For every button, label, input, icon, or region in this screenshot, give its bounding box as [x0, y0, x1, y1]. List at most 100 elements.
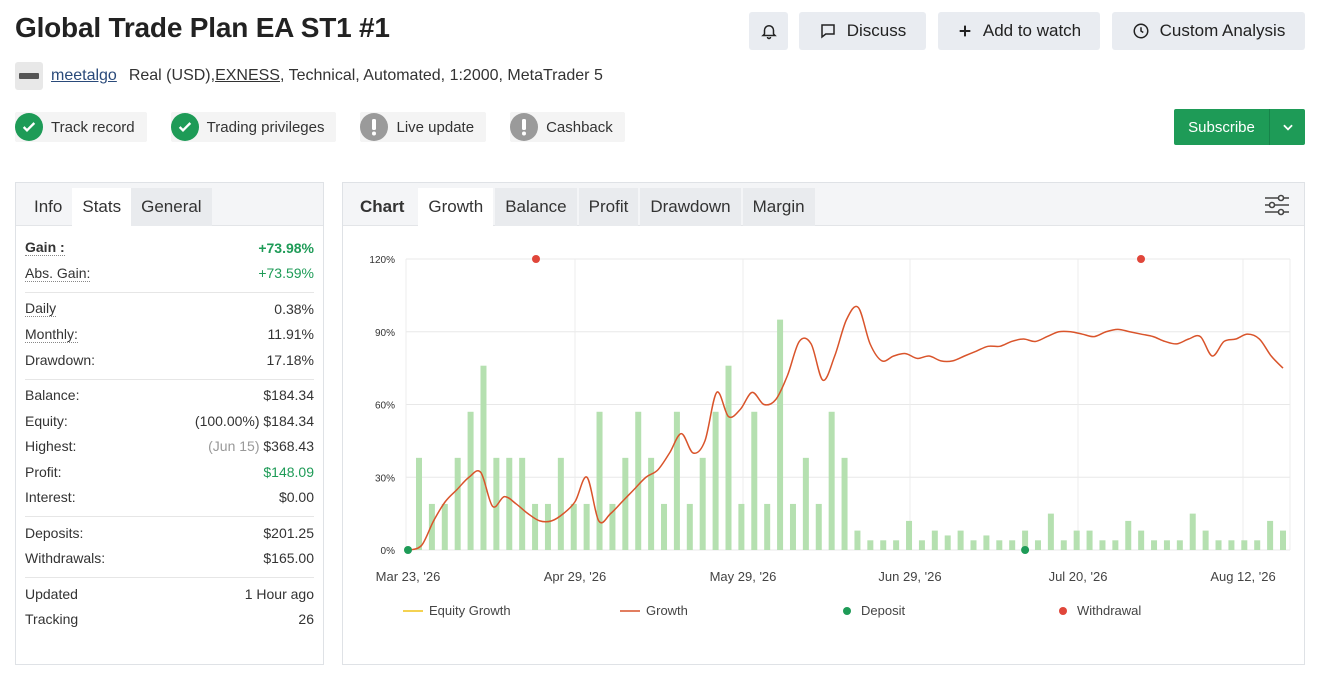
- username-link[interactable]: meetalgo: [51, 67, 117, 85]
- chart-bar: [918, 540, 925, 550]
- chart-bar: [764, 503, 771, 550]
- growth-chart: 0% 30% 60% 90% 120% Mar 23, '26 Apr 29, '26 May…: [369, 255, 1291, 618]
- avatar: [15, 62, 43, 90]
- tab-margin[interactable]: Margin: [742, 188, 815, 226]
- stat-updated: Updated 1 Hour ago: [25, 581, 314, 607]
- drawdown-label: Drawdown:: [25, 351, 96, 368]
- chevron-down-icon: [1282, 124, 1293, 131]
- badge-label: Live update: [396, 118, 475, 136]
- chart-bar: [1073, 530, 1080, 550]
- y-tick-label: 120%: [369, 255, 395, 266]
- chart-bar: [519, 457, 526, 550]
- tab-profit[interactable]: Profit: [578, 188, 639, 226]
- chart-bar: [944, 535, 951, 550]
- chat-icon: [820, 24, 835, 39]
- chart-bar: [970, 540, 977, 550]
- chart-bar: [1215, 540, 1222, 550]
- stat-gain: Gain : +73.98%: [25, 235, 314, 261]
- daily-label[interactable]: Daily: [25, 300, 57, 318]
- abs-gain-label[interactable]: Abs. Gain:: [25, 265, 91, 282]
- gain-label[interactable]: Gain :: [25, 239, 65, 257]
- x-tick-label: Mar 23, '26: [376, 569, 441, 584]
- tab-info[interactable]: Info: [24, 188, 72, 226]
- tab-growth[interactable]: Growth: [418, 188, 494, 226]
- custom-analysis-label: Custom Analysis: [1159, 21, 1286, 40]
- tab-stats[interactable]: Stats: [72, 188, 132, 226]
- tracking-label: Tracking: [25, 611, 79, 628]
- clock-icon: [1133, 23, 1149, 39]
- equity-value: (100.00%) $184.34: [195, 413, 314, 429]
- legend-label: Withdrawal: [1077, 603, 1141, 618]
- withdrawals-value: $165.00: [263, 550, 314, 567]
- y-tick-label: 30%: [375, 473, 395, 484]
- profit-label: Profit:: [25, 463, 62, 480]
- chart-bar: [544, 503, 551, 550]
- sliders-icon: [1265, 194, 1289, 216]
- discuss-button[interactable]: Discuss: [799, 12, 926, 50]
- monthly-value: 11.91%: [267, 326, 314, 343]
- broker-link[interactable]: EXNESS: [215, 67, 280, 85]
- stat-drawdown: Drawdown: 17.18%: [25, 347, 314, 373]
- page-title: Global Trade Plan EA ST1 #1: [15, 12, 390, 43]
- chart-bar: [428, 503, 435, 550]
- chart-bar: [1202, 530, 1209, 550]
- x-tick-label: Apr 29, '26: [544, 569, 606, 584]
- chart-bar: [1125, 520, 1132, 550]
- notify-button[interactable]: [749, 12, 788, 50]
- chart-bar: [1112, 540, 1119, 550]
- check-icon: [170, 113, 199, 141]
- badge-label: Trading privileges: [206, 118, 325, 136]
- deposits-value: $201.25: [263, 524, 314, 541]
- legend-label: Equity Growth: [429, 603, 511, 618]
- add-to-watch-button[interactable]: Add to watch: [938, 12, 1100, 50]
- withdrawal-point: [532, 255, 540, 263]
- subscribe-button[interactable]: Subscribe: [1174, 109, 1305, 145]
- chart-bar: [622, 457, 629, 550]
- equity-label: Equity:: [25, 412, 68, 429]
- tab-general[interactable]: General: [131, 188, 212, 226]
- chart-bar: [467, 411, 474, 550]
- subscribe-dropdown[interactable]: [1269, 109, 1305, 145]
- chart-bar: [557, 457, 564, 550]
- highest-label: Highest:: [25, 438, 77, 455]
- chart-bar: [648, 457, 655, 550]
- chart-bar: [1086, 530, 1093, 550]
- chart-settings-button[interactable]: [1264, 193, 1290, 222]
- chart-bar: [686, 503, 693, 550]
- updated-label: Updated: [25, 585, 78, 602]
- monthly-label[interactable]: Monthly:: [25, 326, 78, 343]
- y-tick-label: 90%: [375, 328, 395, 339]
- stat-daily: Daily 0.38%: [25, 296, 314, 322]
- legend-swatch: [1059, 607, 1067, 615]
- chart-bar: [906, 520, 913, 550]
- badge-label: Cashback: [546, 118, 613, 136]
- x-tick-label: Aug 12, '26: [1210, 569, 1275, 584]
- chart-bar: [480, 365, 487, 550]
- stat-deposits: Deposits: $201.25: [25, 520, 314, 546]
- chart-bar: [596, 411, 603, 550]
- chart-bar: [1254, 540, 1261, 550]
- x-tick-label: May 29, '26: [710, 569, 777, 584]
- stat-profit: Profit: $148.09: [25, 459, 314, 485]
- badge-cashback[interactable]: Cashback: [510, 112, 625, 142]
- stat-equity: Equity: (100.00%) $184.34: [25, 408, 314, 434]
- chart-bar: [802, 457, 809, 550]
- tab-chart-label: Chart: [360, 197, 405, 216]
- stats-list: Gain : +73.98% Abs. Gain: +73.59% Daily 0.3…: [25, 235, 314, 632]
- badge-label: Track record: [51, 118, 135, 136]
- account-type: Real (USD),: [128, 67, 216, 84]
- updated-value: 1 Hour ago: [244, 585, 314, 602]
- custom-analysis-button[interactable]: Custom Analysis: [1112, 12, 1305, 50]
- stat-balance: Balance: $184.34: [25, 383, 314, 409]
- stat-interest: Interest: $0.00: [25, 485, 314, 511]
- badge-track-record[interactable]: Track record: [15, 112, 147, 142]
- badge-trading-privileges[interactable]: Trading privileges: [170, 112, 337, 142]
- chart-bar: [532, 503, 539, 550]
- tab-balance[interactable]: Balance: [495, 188, 577, 226]
- chart-bar: [1241, 540, 1248, 550]
- interest-value: $0.00: [278, 489, 314, 506]
- stat-monthly: Monthly: 11.91%: [25, 322, 314, 348]
- tab-drawdown[interactable]: Drawdown: [640, 188, 741, 226]
- badge-live-update[interactable]: Live update: [360, 112, 487, 142]
- chart-bar: [1176, 540, 1183, 550]
